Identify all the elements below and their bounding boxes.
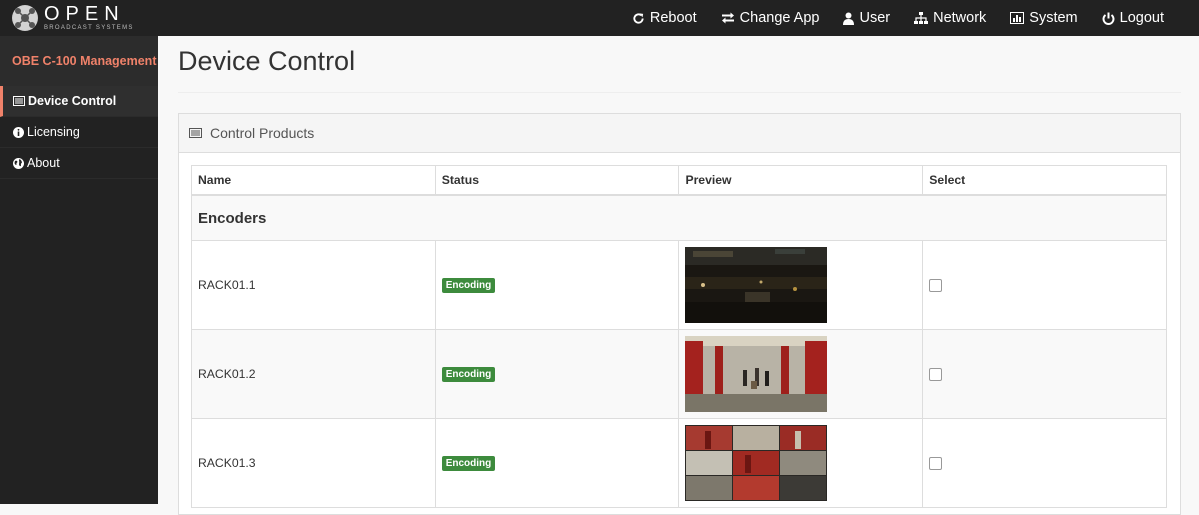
products-table: Name Status Preview Select Encoders RACK…: [191, 165, 1167, 508]
nav-logout[interactable]: Logout: [1090, 0, 1199, 36]
nav-user-label: User: [859, 10, 891, 26]
nav-network-label: Network: [933, 10, 987, 26]
row-name: RACK01.2: [191, 329, 436, 419]
nav-change-app-label: Change App: [739, 10, 820, 26]
column-header-select: Select: [922, 165, 1167, 196]
status-badge: Encoding: [441, 278, 496, 293]
status-badge: Encoding: [441, 456, 496, 471]
nav-system[interactable]: System: [998, 0, 1089, 36]
panel-heading: Control Products: [179, 114, 1180, 153]
page-title: Device Control: [178, 46, 356, 76]
control-products-panel: Control Products Name Status Preview Sel…: [178, 113, 1181, 515]
bar-chart-icon: [1010, 12, 1025, 24]
main-content: Device Control Control Products Name Sta…: [158, 36, 1199, 515]
globe-icon: [13, 157, 24, 169]
nav-change-app[interactable]: Change App: [709, 0, 832, 36]
nav-system-label: System: [1029, 10, 1078, 26]
preview-thumbnail[interactable]: [685, 247, 828, 323]
preview-thumbnail[interactable]: [685, 425, 828, 501]
table-header-row: Name Status Preview Select: [191, 165, 1167, 196]
logo-emblem-icon: [12, 5, 38, 31]
panel-title: Control Products: [210, 125, 315, 141]
table-row[interactable]: RACK01.2 Encoding: [191, 329, 1167, 419]
exchange-icon: [721, 12, 734, 24]
nav-reboot-label: Reboot: [649, 10, 697, 26]
sidebar-item-label: About: [27, 156, 60, 170]
column-header-status: Status: [434, 165, 680, 196]
table-row[interactable]: RACK01.1 Encoding: [191, 240, 1167, 330]
row-name: RACK01.1: [191, 240, 436, 330]
brand-logo[interactable]: OPEN BROADCAST SYSTEMS: [12, 3, 134, 33]
list-alt-icon: [189, 128, 202, 138]
sitemap-icon: [914, 12, 929, 24]
sidebar-item-label: Device Control: [28, 94, 117, 108]
status-badge: Encoding: [441, 367, 496, 382]
sidebar-item-label: Licensing: [27, 125, 80, 139]
top-navbar: OPEN BROADCAST SYSTEMS Reboot Change App…: [0, 0, 1199, 36]
select-checkbox[interactable]: [929, 368, 943, 381]
nav-reboot[interactable]: Reboot: [620, 0, 709, 36]
list-alt-icon: [13, 96, 25, 106]
title-divider: [178, 92, 1181, 93]
nav-logout-label: Logout: [1119, 10, 1164, 26]
nav-network[interactable]: Network: [902, 0, 998, 36]
power-icon: [1102, 12, 1115, 25]
nav-user[interactable]: User: [831, 0, 902, 36]
group-row: Encoders: [191, 194, 1167, 241]
sidebar: OBE C-100 Management Device Control Lice…: [0, 36, 158, 504]
refresh-icon: [633, 12, 644, 24]
table-row[interactable]: RACK01.3 Encoding: [191, 418, 1167, 508]
sidebar-item-device-control[interactable]: Device Control: [0, 86, 158, 117]
info-circle-icon: [13, 126, 24, 138]
column-header-name: Name: [191, 165, 436, 196]
preview-thumbnail[interactable]: [685, 336, 828, 412]
sidebar-header[interactable]: OBE C-100 Management: [0, 36, 158, 86]
row-name: RACK01.3: [191, 418, 436, 508]
select-checkbox[interactable]: [929, 279, 943, 292]
user-icon: [843, 12, 855, 25]
column-header-preview: Preview: [678, 165, 924, 196]
sidebar-item-licensing[interactable]: Licensing: [0, 117, 158, 148]
brand-tagline: BROADCAST SYSTEMS: [44, 25, 134, 31]
top-nav: Reboot Change App User Network System Lo…: [620, 0, 1199, 36]
select-checkbox[interactable]: [929, 457, 943, 470]
sidebar-item-about[interactable]: About: [0, 148, 158, 179]
brand-name: OPEN: [44, 3, 125, 25]
group-label: Encoders: [191, 194, 1167, 241]
